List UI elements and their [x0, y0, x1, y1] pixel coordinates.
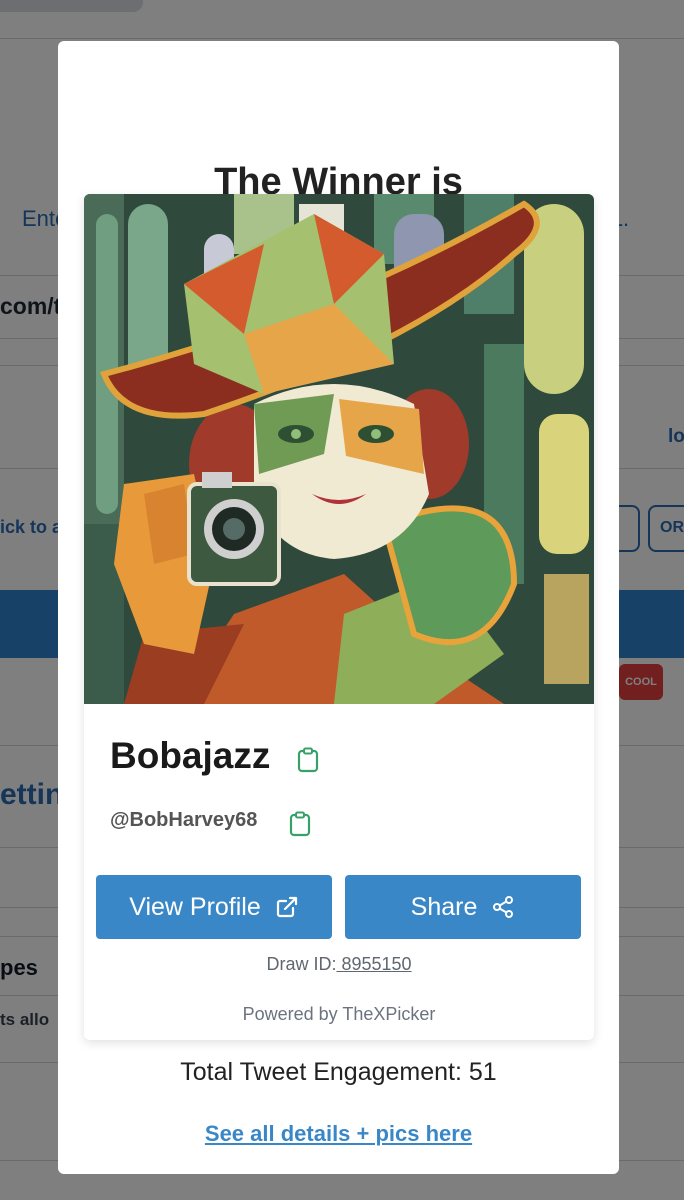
winner-name: Bobajazz: [110, 735, 271, 776]
copy-name-icon[interactable]: [296, 747, 320, 773]
winner-handle: @BobHarvey68: [110, 809, 258, 831]
draw-id-label: Draw ID:: [266, 954, 337, 974]
view-profile-button[interactable]: View Profile: [96, 875, 332, 939]
draw-id: Draw ID: 8955150: [84, 954, 594, 975]
draw-id-link[interactable]: 8955150: [336, 954, 411, 974]
share-icon: [493, 896, 514, 918]
powered-by: Powered by TheXPicker: [242, 1004, 436, 1024]
copy-handle-icon[interactable]: [288, 811, 312, 837]
see-details-link[interactable]: See all details + pics here: [58, 1121, 619, 1147]
view-profile-label: View Profile: [129, 892, 261, 921]
winner-card: Bobajazz @BobHarvey68 View Profile Share: [84, 194, 594, 1040]
external-link-icon: [276, 896, 297, 918]
winner-avatar: [84, 194, 594, 704]
winner-modal: The Winner is Bobajazz @BobHarvey68 View…: [58, 41, 619, 1174]
share-button[interactable]: Share: [345, 875, 581, 939]
tweet-engagement: Total Tweet Engagement: 51: [180, 1058, 497, 1086]
share-label: Share: [410, 892, 478, 921]
